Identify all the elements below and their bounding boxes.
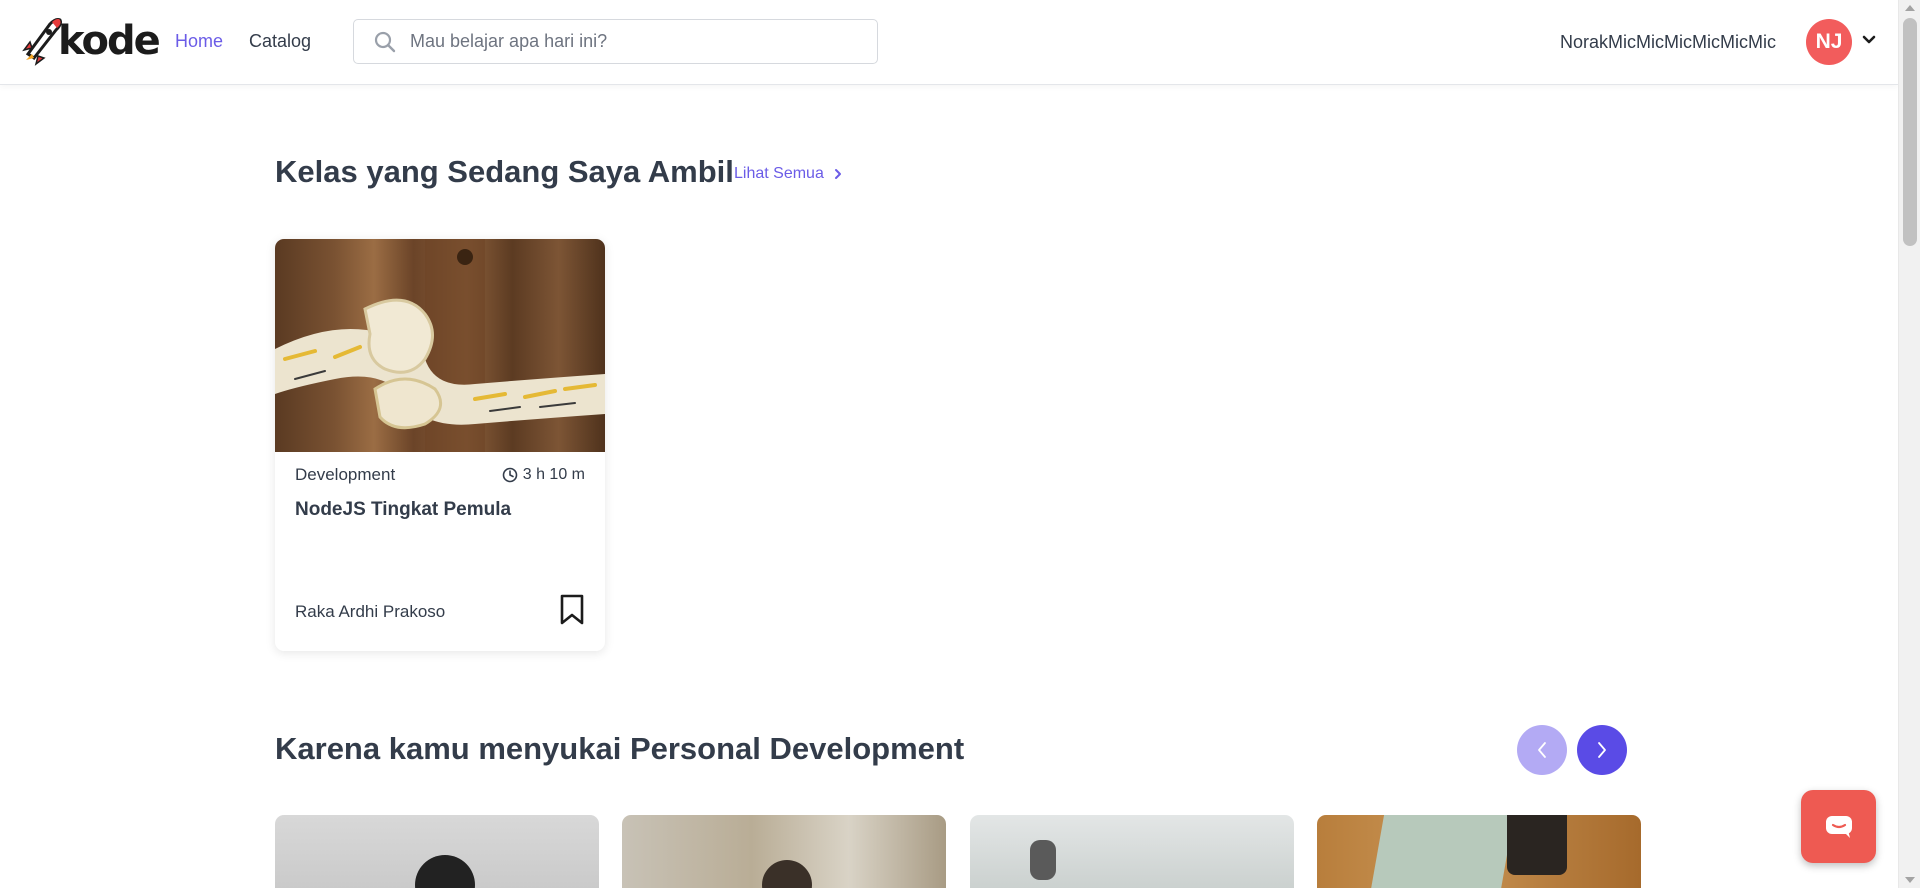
scroll-up-arrow-icon[interactable]: [1905, 5, 1915, 11]
chat-icon: [1825, 815, 1852, 838]
username-label[interactable]: NorakMicMicMicMicMicMic: [1560, 32, 1776, 53]
search-bar[interactable]: [353, 19, 878, 64]
nav-home-link[interactable]: Home: [175, 31, 223, 52]
course-instructor: Raka Ardhi Prakoso: [295, 602, 446, 621]
chat-button[interactable]: [1801, 790, 1876, 863]
see-all-label: Lihat Semua: [734, 165, 824, 182]
carousel-next-button[interactable]: [1577, 725, 1627, 775]
recommended-course-thumbnail[interactable]: [1317, 815, 1641, 888]
course-thumbnail: [275, 239, 605, 452]
rope-knot-image: [275, 239, 605, 452]
course-category: Development: [295, 465, 396, 484]
page-scrollbar[interactable]: [1898, 0, 1920, 888]
carousel-prev-button[interactable]: [1517, 725, 1567, 775]
top-navbar: kode Home Catalog NorakMicMicMicMicMicMi…: [0, 0, 1898, 85]
chevron-right-icon: [1598, 742, 1606, 758]
nav-catalog-link[interactable]: Catalog: [249, 31, 311, 52]
course-title[interactable]: NodeJS Tingkat Pemula: [295, 499, 511, 521]
scroll-down-arrow-icon[interactable]: [1905, 877, 1915, 883]
bookmark-icon[interactable]: [559, 594, 585, 626]
rocket-icon: [22, 18, 62, 66]
ongoing-classes-title: Kelas yang Sedang Saya Ambil: [275, 154, 734, 189]
clock-icon: [502, 467, 518, 483]
search-input[interactable]: [410, 26, 860, 57]
user-avatar[interactable]: NJ: [1806, 19, 1852, 65]
chevron-down-icon[interactable]: [1862, 35, 1876, 45]
recommended-course-thumbnail[interactable]: [622, 815, 946, 888]
chevron-left-icon: [1538, 742, 1546, 758]
recommendation-title: Karena kamu menyukai Personal Developmen…: [275, 731, 965, 766]
scroll-thumb[interactable]: [1903, 18, 1917, 246]
course-duration-text: 3 h 10 m: [522, 466, 585, 483]
recommended-course-thumbnail[interactable]: [275, 815, 599, 888]
see-all-link[interactable]: Lihat Semua: [734, 165, 842, 183]
course-duration: 3 h 10 m: [502, 466, 585, 484]
search-icon: [374, 31, 396, 53]
logo-wordmark: kode: [58, 18, 161, 64]
course-card[interactable]: Development 3 h 10 m NodeJS Tingkat Pemu…: [275, 239, 605, 651]
chevron-right-icon: [834, 169, 841, 179]
kode-logo[interactable]: kode: [22, 12, 161, 68]
recommended-course-thumbnail[interactable]: [970, 815, 1294, 888]
